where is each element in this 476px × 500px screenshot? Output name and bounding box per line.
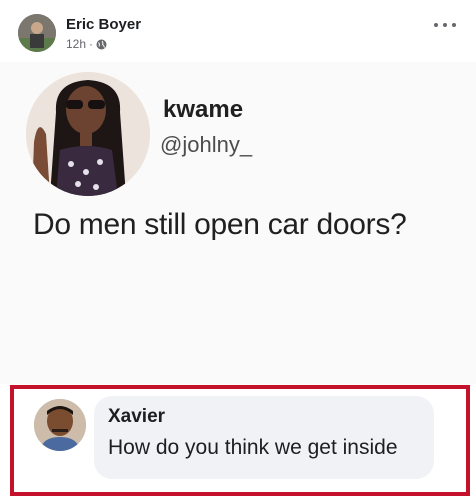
more-options-icon[interactable] [434,18,456,32]
comment-bubble: Xavier How do you think we get inside [94,396,434,479]
globe-icon [96,39,107,50]
tweet-name: kwame [163,96,244,123]
author-avatar[interactable] [18,14,56,52]
tweet-avatar [26,72,150,196]
shared-tweet-image: kwame @johlny_ Do men still open car doo… [0,62,476,384]
comment-text: How do you think we get inside [108,436,398,459]
post-meta: 12h · [66,37,107,51]
meta-separator: · [89,37,94,51]
highlighted-comment: Xavier How do you think we get inside [10,385,470,496]
commenter-name[interactable]: Xavier [108,406,165,428]
post-timestamp[interactable]: 12h [66,37,86,51]
commenter-avatar[interactable] [34,399,86,451]
post-header: Eric Boyer 12h · [0,0,476,62]
tweet-text: Do men still open car doors? [33,208,407,241]
tweet-handle: @johlny_ [160,132,253,157]
author-name[interactable]: Eric Boyer [66,16,141,33]
